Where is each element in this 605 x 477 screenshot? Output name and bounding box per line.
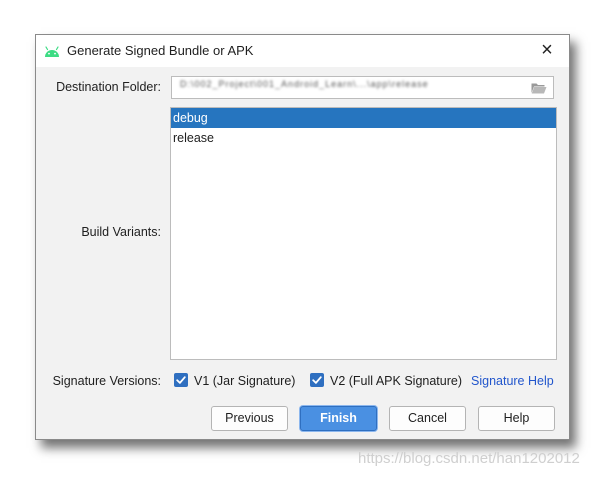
build-variants-label: Build Variants: <box>81 225 161 239</box>
android-icon <box>44 44 60 58</box>
check-icon <box>312 376 322 384</box>
build-variants-list[interactable]: debug release <box>170 107 557 360</box>
v2-checkbox[interactable] <box>310 373 324 387</box>
check-icon <box>176 376 186 384</box>
dialog-title: Generate Signed Bundle or APK <box>67 43 254 58</box>
signature-help-link[interactable]: Signature Help <box>471 374 554 388</box>
folder-icon[interactable] <box>531 82 547 94</box>
v1-checkbox[interactable] <box>174 373 188 387</box>
finish-button[interactable]: Finish <box>300 406 377 431</box>
generate-signed-apk-dialog: Generate Signed Bundle or APK × Destinat… <box>35 34 570 440</box>
watermark: https://blog.csdn.net/han1202012 <box>358 450 580 467</box>
destination-folder-label: Destination Folder: <box>56 80 161 94</box>
cancel-button[interactable]: Cancel <box>389 406 466 431</box>
previous-button[interactable]: Previous <box>211 406 288 431</box>
v1-signature-option[interactable]: V1 (Jar Signature) <box>174 372 304 390</box>
v2-signature-option[interactable]: V2 (Full APK Signature) <box>310 372 470 390</box>
help-button[interactable]: Help <box>478 406 555 431</box>
close-icon[interactable]: × <box>535 39 559 63</box>
v1-checkbox-label[interactable]: V1 (Jar Signature) <box>194 374 295 388</box>
destination-folder-value: D:\002_Project\001_Android_Learn\...\app… <box>180 79 429 89</box>
variant-debug[interactable]: debug <box>171 108 556 128</box>
v2-checkbox-label[interactable]: V2 (Full APK Signature) <box>330 374 462 388</box>
destination-folder-field[interactable]: D:\002_Project\001_Android_Learn\...\app… <box>171 76 554 99</box>
signature-versions-label: Signature Versions: <box>52 374 161 388</box>
variant-release[interactable]: release <box>171 128 556 148</box>
title-bar: Generate Signed Bundle or APK × <box>36 35 569 67</box>
